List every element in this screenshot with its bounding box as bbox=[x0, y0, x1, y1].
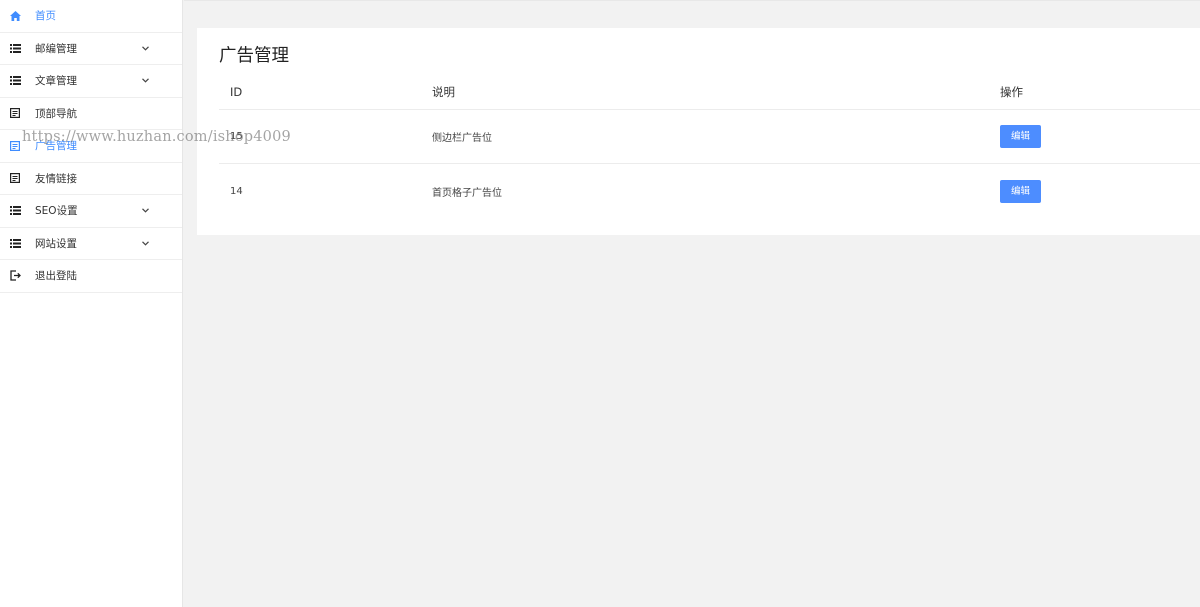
home-icon bbox=[9, 10, 21, 22]
chevron-down-icon[interactable] bbox=[141, 207, 149, 215]
sidebar-item-ads[interactable]: 广告管理 bbox=[0, 130, 182, 163]
ads-table: ID 说明 操作 15 侧边栏广告位 编辑 14 首页格子广告位 编辑 bbox=[219, 74, 1200, 218]
list-icon bbox=[9, 42, 21, 54]
sidebar-item-label: 文章管理 bbox=[35, 75, 77, 88]
document-icon bbox=[9, 140, 21, 152]
document-icon bbox=[9, 107, 21, 119]
sidebar-item-friend-links[interactable]: 友情链接 bbox=[0, 163, 182, 195]
sidebar-item-postcode[interactable]: 邮编管理 bbox=[0, 33, 182, 65]
edit-button[interactable]: 编辑 bbox=[1000, 125, 1041, 148]
table-row: 15 侧边栏广告位 编辑 bbox=[219, 110, 1200, 164]
column-header-actions: 操作 bbox=[1000, 84, 1023, 99]
chevron-down-icon[interactable] bbox=[141, 239, 149, 247]
sidebar-item-logout[interactable]: 退出登陆 bbox=[0, 260, 182, 293]
content-card: 广告管理 ID 说明 操作 15 侧边栏广告位 编辑 14 首页格子广告位 编辑 bbox=[197, 28, 1200, 235]
cell-id: 14 bbox=[230, 185, 243, 197]
table-row: 14 首页格子广告位 编辑 bbox=[219, 164, 1200, 218]
logout-icon bbox=[9, 270, 21, 282]
sidebar-item-top-nav[interactable]: 顶部导航 bbox=[0, 98, 182, 130]
cell-id: 15 bbox=[230, 131, 243, 142]
sidebar: 首页 邮编管理 文章管理 顶部导航 广告管理 友情链接 SEO设置 网站设置 退… bbox=[0, 0, 183, 607]
cell-description: 首页格子广告位 bbox=[432, 187, 502, 199]
cell-actions: 编辑 bbox=[989, 179, 1200, 203]
sidebar-item-site-settings[interactable]: 网站设置 bbox=[0, 228, 182, 260]
column-header-id: ID bbox=[230, 84, 243, 99]
sidebar-item-label: SEO设置 bbox=[35, 205, 78, 218]
edit-button[interactable]: 编辑 bbox=[1000, 179, 1041, 203]
page-title: 广告管理 bbox=[219, 46, 289, 66]
chevron-down-icon[interactable] bbox=[141, 44, 149, 52]
sidebar-item-label: 首页 bbox=[35, 10, 56, 23]
document-icon bbox=[9, 172, 21, 184]
cell-actions: 编辑 bbox=[989, 125, 1200, 148]
sidebar-item-label: 网站设置 bbox=[35, 237, 77, 250]
top-divider bbox=[184, 0, 1200, 1]
list-icon bbox=[9, 75, 21, 87]
list-icon bbox=[9, 205, 21, 217]
sidebar-item-label: 友情链接 bbox=[35, 172, 77, 185]
list-icon bbox=[9, 237, 21, 249]
sidebar-item-label: 退出登陆 bbox=[35, 270, 77, 283]
table-header: ID 说明 操作 bbox=[219, 74, 1200, 110]
sidebar-item-label: 邮编管理 bbox=[35, 42, 77, 55]
sidebar-item-articles[interactable]: 文章管理 bbox=[0, 65, 182, 98]
chevron-down-icon[interactable] bbox=[141, 77, 149, 85]
column-header-description: 说明 bbox=[432, 84, 455, 99]
sidebar-item-home[interactable]: 首页 bbox=[0, 0, 182, 33]
sidebar-item-seo[interactable]: SEO设置 bbox=[0, 195, 182, 228]
sidebar-item-label: 广告管理 bbox=[35, 140, 77, 153]
sidebar-item-label: 顶部导航 bbox=[35, 107, 77, 120]
cell-description: 侧边栏广告位 bbox=[432, 133, 492, 144]
